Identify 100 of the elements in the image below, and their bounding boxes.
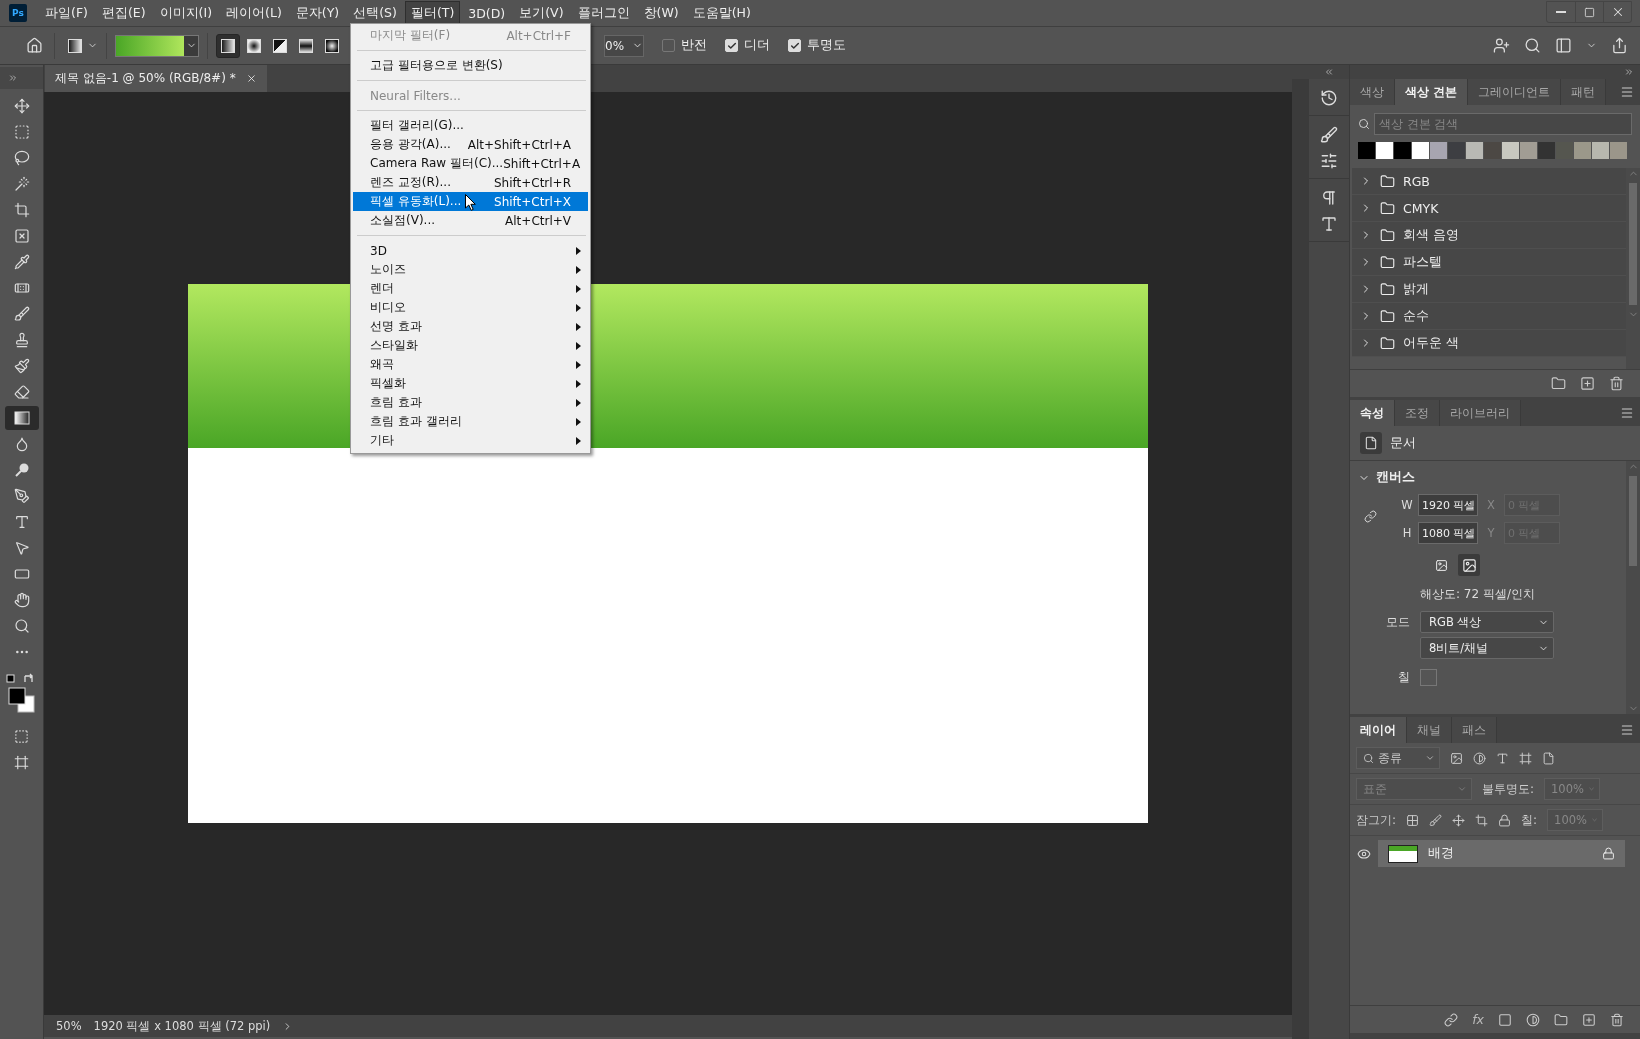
menu-icon[interactable]	[1620, 723, 1634, 737]
panel-tab[interactable]: 패턴	[1561, 79, 1607, 105]
panel-tab[interactable]: 색상 견본	[1395, 79, 1469, 105]
menu-entry[interactable]: 흐림 효과 갤러리	[353, 412, 588, 431]
scrollbar-thumb[interactable]	[1629, 476, 1637, 566]
menu-item[interactable]: 편집(E)	[95, 0, 152, 26]
fill-swatch[interactable]	[1420, 669, 1437, 686]
menu-item[interactable]: 레이어(L)	[220, 0, 288, 26]
color-swatch[interactable]	[1412, 142, 1429, 159]
swatch-group[interactable]: 회색 음영	[1352, 222, 1626, 249]
menu-entry[interactable]: 필터 갤러리(G)...	[353, 116, 588, 135]
app-logo[interactable]: Ps	[9, 4, 27, 22]
share-icon[interactable]	[1611, 37, 1628, 54]
panel-tab[interactable]: 패스	[1452, 717, 1497, 743]
menu-entry[interactable]: 선명 효과	[353, 317, 588, 336]
menu-item[interactable]: 플러그인	[571, 0, 636, 26]
adjustment-icon[interactable]	[1526, 1012, 1540, 1027]
input-field[interactable]: 1920 픽셀	[1418, 494, 1478, 516]
sliders-icon[interactable]	[1320, 152, 1338, 170]
panel-tab[interactable]: 라이브러리	[1440, 400, 1521, 426]
color-swatch[interactable]	[1520, 142, 1537, 159]
paragraph-icon[interactable]	[1320, 189, 1338, 207]
gradient-type-button[interactable]	[216, 33, 240, 58]
collapse-icon[interactable]	[1624, 67, 1634, 77]
menu-entry[interactable]: 픽셀 유동화(L)... Shift+Ctrl+X	[353, 192, 588, 211]
artboard-lock-icon[interactable]	[1475, 813, 1489, 827]
menu-item[interactable]: 도움말(H)	[686, 0, 757, 26]
image-filter-icon[interactable]	[1450, 751, 1463, 765]
link-icon[interactable]	[1364, 510, 1377, 523]
history-icon[interactable]	[1320, 89, 1338, 107]
menu-entry[interactable]: 흐림 효과	[353, 393, 588, 412]
folder-icon[interactable]	[1551, 376, 1566, 391]
menu-item[interactable]: 필터(T)	[404, 0, 461, 26]
menu-item[interactable]: 선택(S)	[347, 0, 403, 26]
orientation-button[interactable]	[1458, 554, 1480, 576]
type-filter-icon[interactable]	[1496, 751, 1509, 765]
layer-filter-select[interactable]: 종류	[1356, 747, 1440, 769]
type-icon[interactable]	[1320, 215, 1338, 233]
trash-icon[interactable]	[1610, 1012, 1624, 1027]
color-swatch[interactable]	[1502, 142, 1519, 159]
menu-entry[interactable]: 비디오	[353, 298, 588, 317]
layer-row[interactable]: 배경	[1350, 840, 1625, 867]
brush-icon[interactable]	[1320, 126, 1338, 144]
color-swatch[interactable]	[1358, 142, 1375, 159]
color-swatch[interactable]	[1394, 142, 1411, 159]
expand-icon[interactable]	[8, 73, 18, 83]
menu-icon[interactable]	[1620, 406, 1634, 420]
color-swatch[interactable]	[1430, 142, 1447, 159]
menu-item[interactable]: 문자(Y)	[289, 0, 346, 26]
color-swatch[interactable]	[1610, 142, 1627, 159]
search-icon[interactable]	[1524, 37, 1541, 54]
menu-entry[interactable]: 기타	[353, 431, 588, 450]
panel-tab[interactable]: 속성	[1350, 400, 1395, 426]
menu-entry[interactable]: 소실점(V)... Alt+Ctrl+V	[353, 211, 588, 230]
menu-entry[interactable]: 노이즈	[353, 260, 588, 279]
transparency-lock-icon[interactable]	[1406, 813, 1420, 827]
color-swatch[interactable]	[1484, 142, 1501, 159]
color-swatch[interactable]	[1466, 142, 1483, 159]
scrollbar[interactable]	[1626, 168, 1640, 369]
checkbox[interactable]	[662, 39, 675, 52]
color-swatch[interactable]	[1376, 142, 1393, 159]
color-swatch[interactable]	[1538, 142, 1555, 159]
move-lock-icon[interactable]	[1452, 813, 1466, 827]
menu-item[interactable]: 3D(D)	[462, 1, 512, 25]
opacity-field[interactable]: 0%	[604, 34, 644, 57]
swatch-group[interactable]: 순수	[1352, 303, 1626, 330]
menu-entry[interactable]: Camera Raw 필터(C)...Shift+Ctrl+A	[353, 154, 588, 173]
color-swatch[interactable]	[1592, 142, 1609, 159]
menu-icon[interactable]	[1620, 85, 1634, 99]
panel-tab[interactable]: 채널	[1407, 717, 1452, 743]
depth-select[interactable]: 8비트/채널	[1420, 637, 1554, 659]
color-swatch[interactable]	[1448, 142, 1465, 159]
menu-entry[interactable]: 픽셀화	[353, 374, 588, 393]
menu-item[interactable]: 보기(V)	[513, 0, 570, 26]
tool-button[interactable]	[4, 406, 39, 430]
lock-icon[interactable]	[1498, 813, 1512, 827]
panel-tab[interactable]: 그레이디언트	[1468, 79, 1562, 105]
brush-lock-icon[interactable]	[1429, 813, 1443, 827]
mode-select[interactable]: RGB 색상	[1420, 611, 1554, 633]
swatch-group[interactable]: 어두운 색	[1352, 330, 1626, 357]
menu-entry[interactable]: 응용 광각(A)... Alt+Shift+Ctrl+A	[353, 135, 588, 154]
panel-tab[interactable]: 색상	[1350, 79, 1395, 105]
new-icon[interactable]	[1580, 376, 1595, 391]
panel-tab[interactable]: 조정	[1395, 400, 1440, 426]
link-icon[interactable]	[1444, 1012, 1459, 1027]
swatch-group[interactable]: 파스텔	[1352, 249, 1626, 276]
menu-item[interactable]: 창(W)	[637, 0, 685, 26]
color-swatch[interactable]	[1574, 142, 1591, 159]
collapse-icon[interactable]	[1324, 67, 1334, 77]
user-plus-icon[interactable]	[1493, 37, 1510, 54]
close-icon[interactable]	[245, 73, 257, 84]
swatch-group[interactable]: RGB	[1352, 168, 1626, 195]
menu-entry[interactable]: 3D	[353, 241, 588, 260]
swatch-group[interactable]: CMYK	[1352, 195, 1626, 222]
panel-tab[interactable]: 레이어	[1350, 717, 1407, 743]
menu-entry[interactable]: 스타일화	[353, 336, 588, 355]
trash-icon[interactable]	[1609, 376, 1624, 391]
menu-item[interactable]: 이미지(I)	[153, 0, 219, 26]
scrollbar[interactable]	[1626, 461, 1640, 714]
effects-button[interactable]: fx	[1472, 1012, 1484, 1027]
